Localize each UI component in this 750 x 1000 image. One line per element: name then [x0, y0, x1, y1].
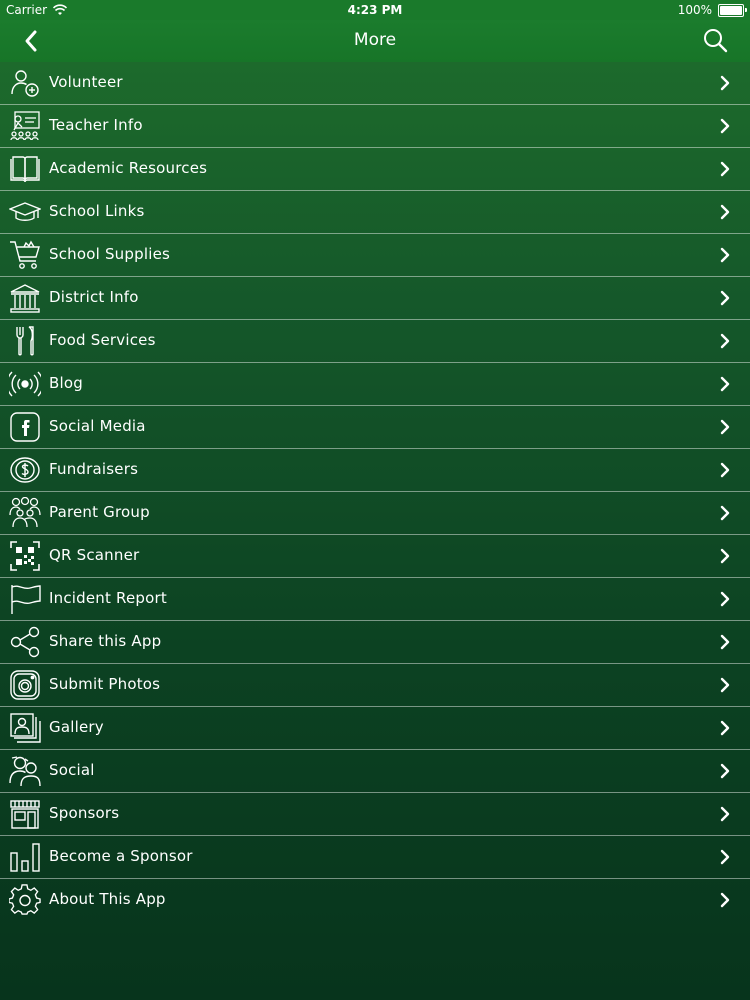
- share-icon: [10, 626, 40, 658]
- facebook-icon: [10, 412, 40, 442]
- menu-item-label: Become a Sponsor: [49, 847, 193, 865]
- menu-item-food-services[interactable]: Food Services: [0, 320, 750, 363]
- menu-item-fundraisers[interactable]: Fundraisers: [0, 449, 750, 492]
- menu-item-label: Share this App: [49, 632, 162, 650]
- qr-code-icon: [10, 541, 40, 571]
- menu-item-gallery[interactable]: Gallery: [0, 707, 750, 750]
- chevron-right-icon: [720, 677, 730, 693]
- chevron-right-icon: [720, 333, 730, 349]
- menu-item-label: Teacher Info: [49, 116, 143, 134]
- chevron-right-icon: [720, 161, 730, 177]
- menu-item-label: Volunteer: [49, 73, 123, 91]
- building-icon: [10, 284, 40, 313]
- menu-item-label: Incident Report: [49, 589, 167, 607]
- chevron-right-icon: [720, 376, 730, 392]
- menu-item-label: Parent Group: [49, 503, 150, 521]
- page-title: More: [353, 30, 397, 50]
- menu-item-label: Sponsors: [49, 804, 120, 822]
- book-icon: [10, 156, 40, 183]
- nav-bar: More: [0, 20, 750, 62]
- chevron-right-icon: [720, 247, 730, 263]
- menu-item-share-this-app[interactable]: Share this App: [0, 621, 750, 664]
- menu-item-teacher-info[interactable]: Teacher Info: [0, 105, 750, 148]
- volunteer-icon: [11, 70, 39, 97]
- chevron-right-icon: [720, 892, 730, 908]
- menu-item-school-supplies[interactable]: School Supplies: [0, 234, 750, 277]
- chevron-right-icon: [720, 591, 730, 607]
- menu-item-label: Fundraisers: [49, 460, 139, 478]
- menu-item-label: District Info: [49, 288, 139, 306]
- search-icon: [704, 29, 728, 53]
- chevron-right-icon: [720, 118, 730, 134]
- chevron-right-icon: [720, 849, 730, 865]
- menu-item-volunteer[interactable]: Volunteer: [0, 62, 750, 105]
- status-time: 4:23 PM: [347, 3, 403, 17]
- bar-chart-icon: [10, 843, 40, 872]
- menu-item-label: School Links: [49, 202, 145, 220]
- menu-item-about-this-app[interactable]: About This App: [0, 879, 750, 921]
- fork-knife-icon: [16, 326, 34, 356]
- menu-item-school-links[interactable]: School Links: [0, 191, 750, 234]
- chevron-right-icon: [720, 290, 730, 306]
- menu-item-label: QR Scanner: [49, 546, 140, 564]
- battery-percent: 100%: [677, 3, 712, 17]
- menu-item-blog[interactable]: Blog: [0, 363, 750, 406]
- chevron-right-icon: [720, 75, 730, 91]
- menu-item-label: About This App: [49, 890, 166, 908]
- menu-item-become-a-sponsor[interactable]: Become a Sponsor: [0, 836, 750, 879]
- chevron-right-icon: [720, 419, 730, 435]
- chevron-right-icon: [720, 462, 730, 478]
- menu-item-label: Social: [49, 761, 95, 779]
- chevron-right-icon: [720, 505, 730, 521]
- menu-list: Volunteer Teacher Info Academic Resource…: [0, 62, 750, 921]
- chevron-right-icon: [720, 204, 730, 220]
- chevron-right-icon: [720, 548, 730, 564]
- menu-item-district-info[interactable]: District Info: [0, 277, 750, 320]
- menu-item-sponsors[interactable]: Sponsors: [0, 793, 750, 836]
- broadcast-icon: [9, 371, 41, 397]
- menu-item-label: Food Services: [49, 331, 156, 349]
- gallery-icon: [10, 713, 41, 743]
- flag-icon: [11, 585, 41, 614]
- menu-item-incident-report[interactable]: Incident Report: [0, 578, 750, 621]
- people-icon: [9, 756, 41, 787]
- menu-item-label: School Supplies: [49, 245, 171, 263]
- dollar-coin-icon: [10, 457, 40, 483]
- status-bar: Carrier 4:23 PM 100%: [0, 0, 750, 20]
- storefront-icon: [10, 800, 40, 829]
- menu-item-submit-photos[interactable]: Submit Photos: [0, 664, 750, 707]
- chevron-right-icon: [720, 720, 730, 736]
- menu-item-academic-resources[interactable]: Academic Resources: [0, 148, 750, 191]
- chevron-right-icon: [720, 763, 730, 779]
- graduation-cap-icon: [9, 202, 41, 221]
- camera-icon: [10, 670, 40, 700]
- menu-item-qr-scanner[interactable]: QR Scanner: [0, 535, 750, 578]
- menu-item-parent-group[interactable]: Parent Group: [0, 492, 750, 535]
- group-icon: [9, 497, 41, 528]
- menu-item-label: Blog: [49, 374, 83, 392]
- menu-item-label: Gallery: [49, 718, 104, 736]
- search-button[interactable]: [700, 26, 730, 56]
- battery-icon: [718, 3, 747, 17]
- menu-item-label: Social Media: [49, 417, 146, 435]
- menu-item-social-media[interactable]: Social Media: [0, 406, 750, 449]
- shopping-cart-icon: [10, 240, 40, 269]
- menu-item-label: Submit Photos: [49, 675, 161, 693]
- chevron-right-icon: [720, 634, 730, 650]
- menu-item-social[interactable]: Social: [0, 750, 750, 793]
- menu-item-label: Academic Resources: [49, 159, 208, 177]
- gear-icon: [9, 884, 41, 915]
- teacher-icon: [10, 111, 40, 141]
- chevron-right-icon: [720, 806, 730, 822]
